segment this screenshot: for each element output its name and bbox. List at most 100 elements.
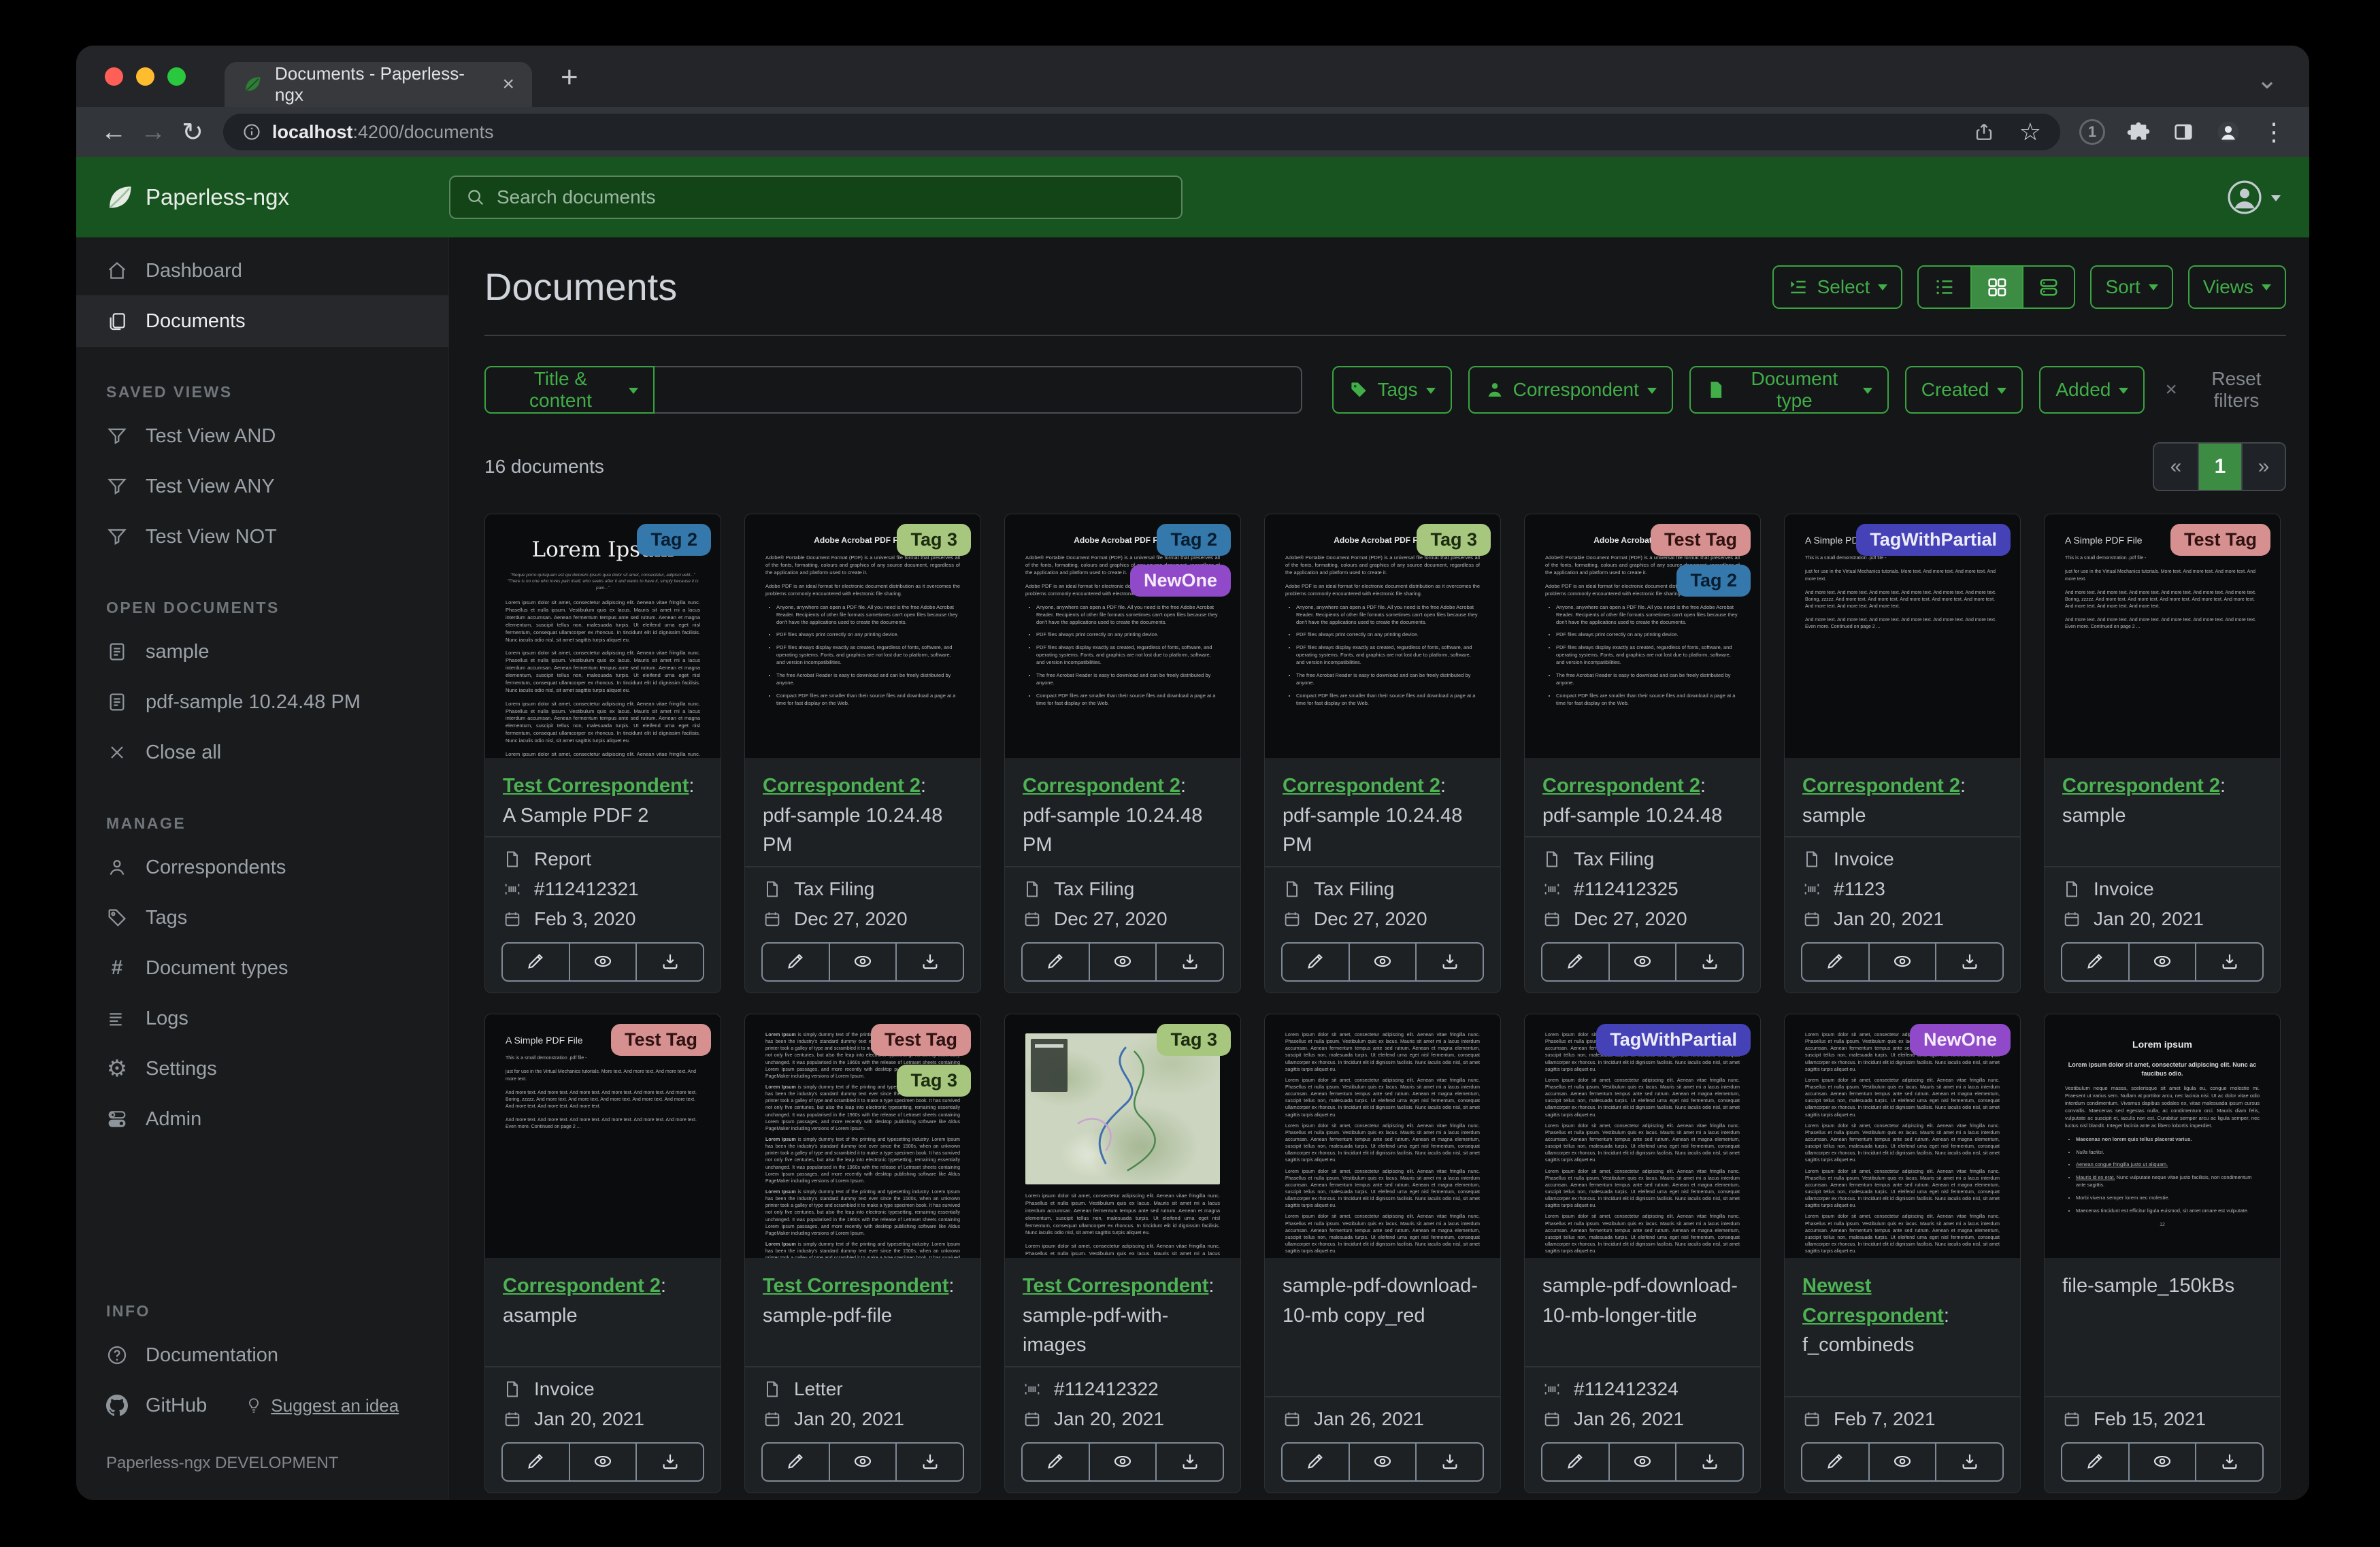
download-button[interactable] xyxy=(895,1444,963,1480)
edit-button[interactable] xyxy=(503,944,569,980)
search-input[interactable] xyxy=(497,186,1166,208)
download-button[interactable] xyxy=(1935,944,2002,980)
document-thumbnail[interactable]: A Simple PDF File This is a small demonst… xyxy=(485,1014,721,1258)
tag-badge[interactable]: Test Tag xyxy=(610,1024,711,1057)
new-tab-icon[interactable]: + xyxy=(561,61,578,95)
tag-badge[interactable]: Test Tag xyxy=(2170,524,2270,556)
browser-menu-icon[interactable]: ⋮ xyxy=(2262,118,2286,146)
document-card[interactable]: Adobe Acrobat PDF Files Adobe® Portable D… xyxy=(1264,514,1501,993)
download-button[interactable] xyxy=(1935,1444,2002,1480)
preview-button[interactable] xyxy=(828,1444,896,1480)
edit-button[interactable] xyxy=(763,944,829,980)
sidebar-item-correspondents[interactable]: Correspondents xyxy=(76,842,448,893)
download-button[interactable] xyxy=(1415,1444,1483,1480)
page-1-button[interactable]: 1 xyxy=(2198,444,2241,490)
document-card[interactable]: Adobe Acrobat PDF Files Adobe® Portable D… xyxy=(1524,514,1761,993)
preview-button[interactable] xyxy=(1088,944,1156,980)
download-button[interactable] xyxy=(1415,944,1483,980)
sidebar-item-documents[interactable]: Documents xyxy=(76,296,448,346)
document-thumbnail[interactable]: Lorem ipsum Lorem ipsum dolor sit amet, c… xyxy=(2045,1014,2280,1258)
side-panel-icon[interactable] xyxy=(2172,120,2195,144)
next-page-button[interactable]: » xyxy=(2241,444,2285,490)
close-tab-icon[interactable]: × xyxy=(502,73,514,96)
document-card[interactable]: Lorem ipsum Lorem ipsum dolor sit amet, c… xyxy=(2044,1014,2281,1493)
preview-button[interactable] xyxy=(568,1444,636,1480)
document-thumbnail[interactable]: Lorem ipsum dolor sit amet, consectetur … xyxy=(1265,1014,1500,1258)
download-button[interactable] xyxy=(2195,1444,2262,1480)
document-card[interactable]: Lorem ipsum dolor sit amet, consectetur … xyxy=(1524,1014,1761,1493)
document-thumbnail[interactable]: Lorem ipsum dolor sit amet, consectetur … xyxy=(1785,1014,2020,1258)
correspondent-link[interactable]: Test Correspondent xyxy=(763,1275,948,1297)
document-card[interactable]: A Simple PDF File This is a small demonst… xyxy=(484,1014,721,1493)
document-thumbnail[interactable]: Lorem ipsum dolor sit amet, consectetur … xyxy=(1005,1014,1240,1258)
download-button[interactable] xyxy=(1675,944,1742,980)
document-card[interactable]: Adobe Acrobat PDF Files Adobe® Portable D… xyxy=(1004,514,1241,993)
download-button[interactable] xyxy=(635,1444,703,1480)
sidebar-item-github[interactable]: GitHub Suggest an idea xyxy=(76,1380,448,1431)
reload-icon[interactable]: ↻ xyxy=(173,117,212,148)
sidebar-item-document-types[interactable]: # Document types xyxy=(76,943,448,993)
tag-badge[interactable]: NewOne xyxy=(1909,1024,2011,1057)
download-button[interactable] xyxy=(1675,1444,1742,1480)
tag-badge[interactable]: Tag 2 xyxy=(637,524,711,556)
correspondent-link[interactable]: Test Correspondent xyxy=(503,775,689,797)
document-thumbnail[interactable]: Adobe Acrobat PDF Files Adobe® Portable D… xyxy=(745,514,980,758)
preview-button[interactable] xyxy=(568,944,636,980)
edit-button[interactable] xyxy=(2062,944,2128,980)
tag-badge[interactable]: Test Tag xyxy=(1650,524,1751,556)
document-thumbnail[interactable]: Lorem Ipsum is simply dummy text of the … xyxy=(745,1014,980,1258)
previous-page-button[interactable]: « xyxy=(2154,444,2198,490)
tag-badge[interactable]: Tag 3 xyxy=(1417,524,1491,556)
sidebar-item-logs[interactable]: Logs xyxy=(76,993,448,1044)
created-filter-button[interactable]: Created xyxy=(1904,366,2023,414)
sidebar-item-open-doc-sample[interactable]: sample xyxy=(76,627,448,677)
document-card[interactable]: A Simple PDF File This is a small demonst… xyxy=(2044,514,2281,993)
preview-button[interactable] xyxy=(1088,1444,1156,1480)
preview-button[interactable] xyxy=(2128,944,2196,980)
correspondent-filter-button[interactable]: Correspondent xyxy=(1468,366,1673,414)
tag-badge[interactable]: Tag 2 xyxy=(1676,565,1751,597)
document-thumbnail[interactable]: Adobe Acrobat PDF Files Adobe® Portable D… xyxy=(1005,514,1240,758)
sidebar-item-admin[interactable]: Admin xyxy=(76,1094,448,1144)
sidebar-item-test-view-any[interactable]: Test View ANY xyxy=(76,461,448,512)
edit-button[interactable] xyxy=(2062,1444,2128,1480)
zoom-window-button[interactable] xyxy=(167,67,186,86)
document-thumbnail[interactable]: A Simple PDF File This is a small demonst… xyxy=(1785,514,2020,758)
filter-field-dropdown[interactable]: Title & content xyxy=(484,366,655,414)
select-button[interactable]: Select xyxy=(1772,265,1903,309)
tag-badge[interactable]: Tag 3 xyxy=(897,524,971,556)
sidebar-item-test-view-and[interactable]: Test View AND xyxy=(76,411,448,461)
preview-button[interactable] xyxy=(1348,944,1416,980)
address-bar[interactable]: localhost:4200/documents ☆ xyxy=(223,114,2060,150)
tag-badge[interactable]: Tag 3 xyxy=(1157,1024,1231,1057)
sidebar-item-settings[interactable]: ⚙ Settings xyxy=(76,1044,448,1094)
sidebar-item-test-view-not[interactable]: Test View NOT xyxy=(76,512,448,562)
download-button[interactable] xyxy=(2195,944,2262,980)
tag-badge[interactable]: Tag 2 xyxy=(1157,524,1231,556)
title-content-input[interactable] xyxy=(654,366,1303,414)
sidebar-item-open-doc-pdf-sample[interactable]: pdf-sample 10.24.48 PM xyxy=(76,677,448,727)
forward-icon[interactable]: → xyxy=(133,118,173,147)
site-info-icon[interactable] xyxy=(242,122,261,142)
document-thumbnail[interactable]: Lorem Ipsum "Neque porro quisquam est qui… xyxy=(485,514,721,758)
document-card[interactable]: Lorem Ipsum "Neque porro quisquam est qui… xyxy=(484,514,721,993)
edit-button[interactable] xyxy=(503,1444,569,1480)
sidebar-item-tags[interactable]: Tags xyxy=(76,893,448,943)
correspondent-link[interactable]: Correspondent 2 xyxy=(1283,775,1440,797)
document-thumbnail[interactable]: Adobe Acrobat PDF Files Adobe® Portable D… xyxy=(1265,514,1500,758)
download-button[interactable] xyxy=(1155,944,1223,980)
edit-button[interactable] xyxy=(1283,944,1349,980)
grid-view-button[interactable] xyxy=(1970,266,2023,307)
bookmark-star-icon[interactable]: ☆ xyxy=(2019,120,2041,144)
tags-filter-button[interactable]: Tags xyxy=(1332,366,1452,414)
document-card[interactable]: Lorem Ipsum is simply dummy text of the … xyxy=(744,1014,981,1493)
document-type-filter-button[interactable]: Document type xyxy=(1689,366,1889,414)
download-button[interactable] xyxy=(635,944,703,980)
correspondent-link[interactable]: Correspondent 2 xyxy=(1542,775,1700,797)
tab-search-chevron-icon[interactable]: ⌄ xyxy=(2256,65,2278,95)
tag-badge[interactable]: TagWithPartial xyxy=(1596,1024,1751,1057)
preview-button[interactable] xyxy=(1868,944,1936,980)
share-icon[interactable] xyxy=(1973,121,1995,143)
tag-badge[interactable]: Tag 3 xyxy=(897,1065,971,1097)
tag-badge[interactable]: TagWithPartial xyxy=(1856,524,2011,556)
